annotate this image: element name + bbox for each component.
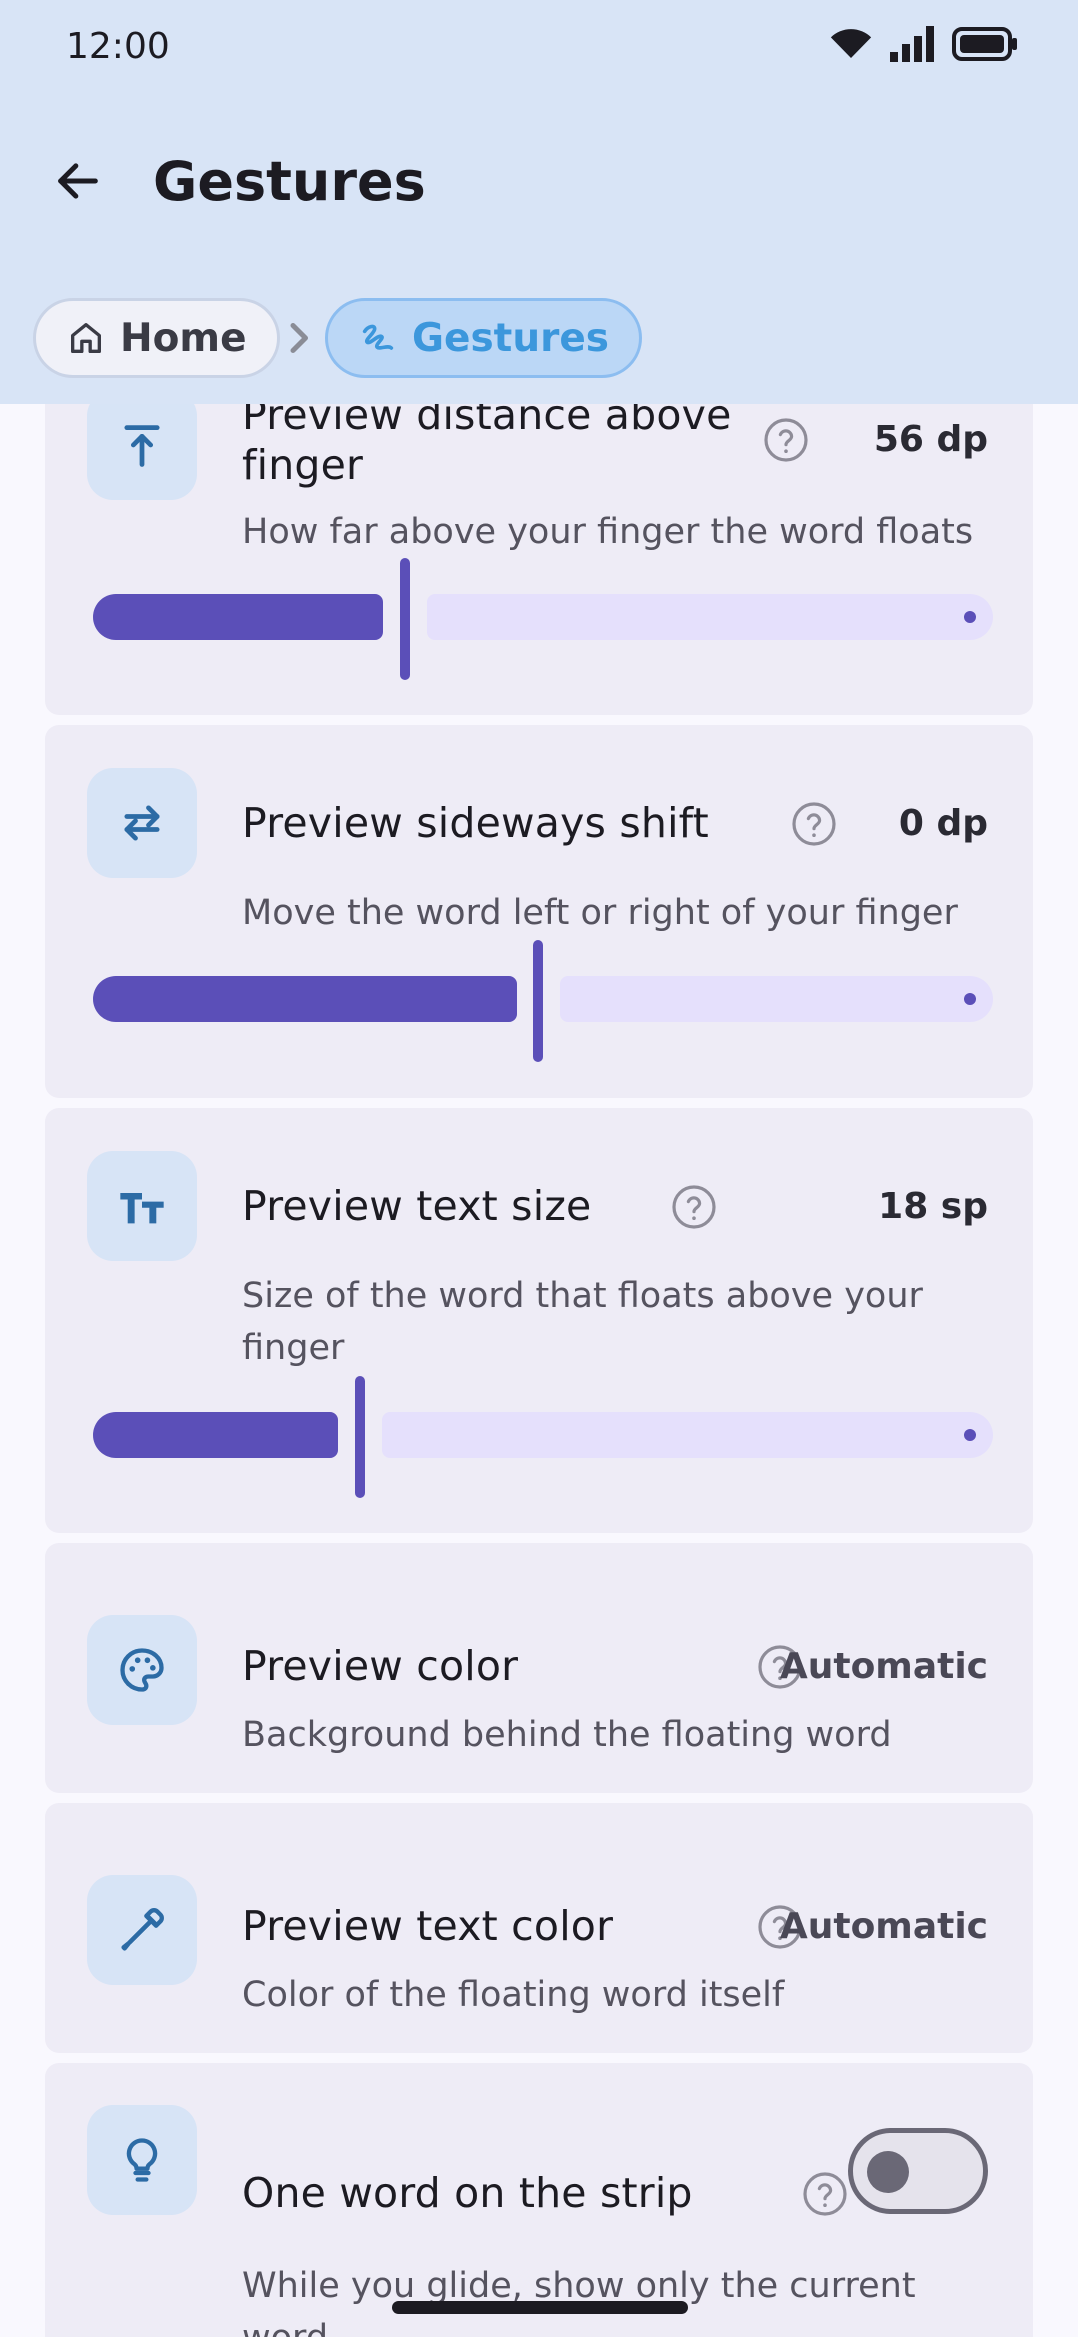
screen: Preview distance above finger 56 dp How … [0,0,1078,2337]
setting-description: How far above your finger the word float… [242,512,974,552]
toggle-switch[interactable] [848,2128,988,2214]
slider-stop-indicator [964,993,976,1005]
setting-preview-color[interactable]: Preview color Automatic Background behin… [45,1543,1033,1793]
setting-value: 0 dp [898,803,988,844]
setting-title: Preview text size [242,1182,592,1230]
slider-active-track [93,594,383,640]
setting-description: Move the word left or right of your fing… [242,893,958,933]
text-size-icon [87,1151,197,1261]
breadcrumb-home[interactable]: Home [33,298,280,378]
arrow-up-to-line-icon [87,390,197,500]
back-button[interactable] [42,145,114,217]
slider-active-track [93,1412,338,1458]
setting-one-word-on-strip[interactable]: One word on the strip While you glide, s… [45,2063,1033,2337]
eyedropper-icon [87,1875,197,1985]
slider-handle[interactable] [355,1376,365,1498]
setting-title: One word on the strip [242,2169,693,2217]
setting-description: Size of the word that floats above your … [242,1276,923,1368]
slider-inactive-track [382,1412,993,1458]
page-title: Gestures [153,150,426,213]
help-icon[interactable] [801,2170,849,2218]
slider[interactable] [93,940,993,1062]
chevron-right-icon [290,323,308,353]
signal-icon [890,26,934,62]
slider-handle[interactable] [400,558,410,680]
setting-preview-distance: Preview distance above finger 56 dp How … [45,360,1033,715]
palette-icon [87,1615,197,1725]
setting-description: Color of the floating word itself [242,1975,785,2015]
breadcrumb-home-label: Home [120,315,247,361]
breadcrumb-current-label: Gestures [412,315,609,361]
slider-active-track [93,976,517,1022]
wifi-icon [830,29,872,58]
gesture-icon [362,324,394,350]
status-time: 12:00 [66,26,170,67]
app-header: 12:00 Gestures Home Gestures [0,0,1078,404]
setting-value: 18 sp [878,1186,988,1227]
lightbulb-icon [87,2105,197,2215]
setting-description: Background behind the floating word [242,1715,892,1755]
slider[interactable] [93,1376,993,1498]
setting-preview-text-color[interactable]: Preview text color Automatic Color of th… [45,1803,1033,2053]
battery-icon [952,27,1017,61]
breadcrumb-current[interactable]: Gestures [325,298,642,378]
setting-value: Automatic [779,1906,988,1947]
setting-title: Preview sideways shift [242,799,709,847]
slider-stop-indicator [964,1429,976,1441]
setting-preview-text-size: Preview text size 18 sp Size of the word… [45,1108,1033,1533]
status-icons [830,26,1018,62]
arrow-left-icon [58,163,98,199]
help-icon[interactable] [762,416,810,464]
home-icon [71,323,102,353]
help-icon[interactable] [790,800,838,848]
setting-title: Preview text color [242,1902,614,1950]
swap-horizontal-icon [87,768,197,878]
slider-inactive-track [560,976,993,1022]
setting-title: Preview color [242,1642,519,1690]
setting-description: While you glide, show only the current w… [242,2266,916,2337]
slider-inactive-track [427,594,993,640]
setting-value: Automatic [779,1646,988,1687]
slider-handle[interactable] [533,940,543,1062]
setting-value: 56 dp [873,419,988,460]
setting-preview-sideways-shift: Preview sideways shift 0 dp Move the wor… [45,725,1033,1098]
help-icon[interactable] [670,1183,718,1231]
slider[interactable] [93,558,993,680]
toggle-knob [867,2151,909,2193]
slider-stop-indicator [964,611,976,623]
setting-title: Preview distance above finger [242,391,732,489]
home-indicator[interactable] [392,2301,688,2314]
